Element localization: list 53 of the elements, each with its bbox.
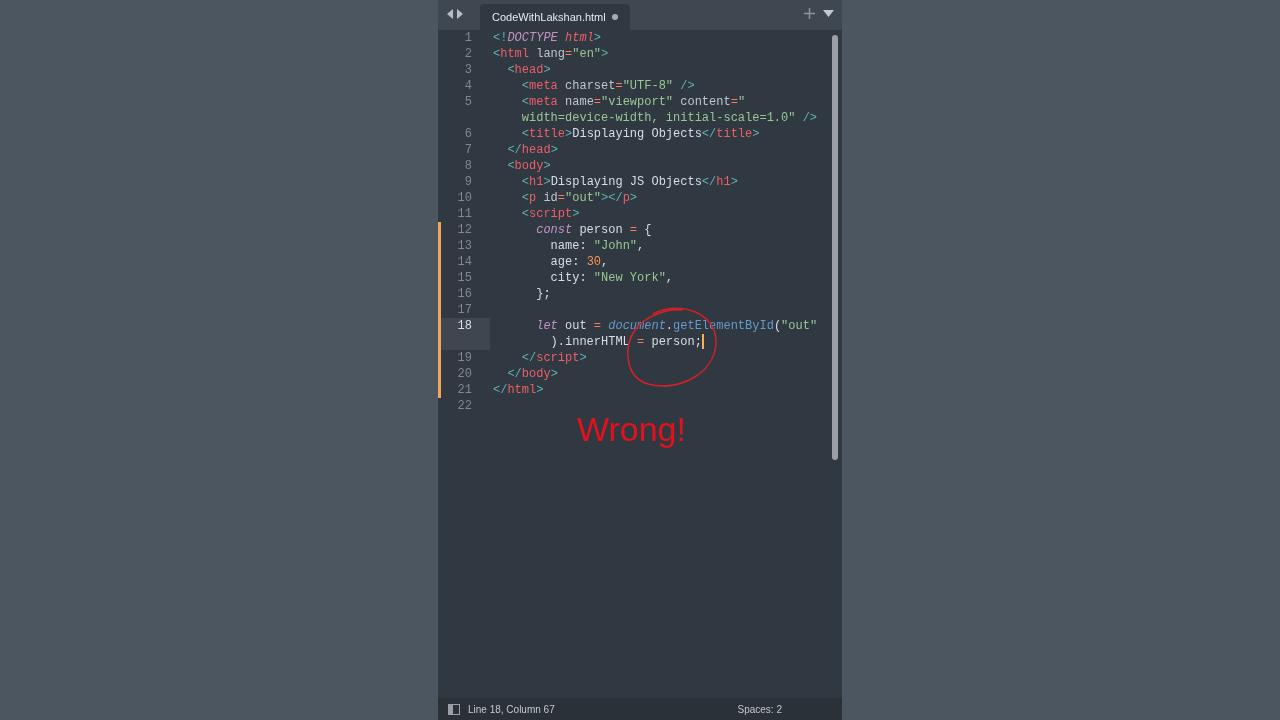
code-line: <script> [520,206,581,222]
line-number: 6 [463,126,473,142]
line-number: 14 [456,254,473,270]
line-number: 5 [463,94,473,111]
line-number: 8 [463,158,473,174]
code-line: name: "John", [549,238,646,254]
unsaved-dot[interactable] [612,14,618,20]
code-line: age: 30, [549,254,610,270]
line-number: 18 [441,318,490,350]
line-number: 13 [456,238,473,254]
line-number: 15 [456,270,473,286]
line-number: 21 [456,382,473,398]
code-line: <html lang="en"> [493,46,610,62]
line-number: 10 [456,190,473,206]
cursor-position[interactable]: Line 18, Column 67 [468,701,555,717]
code-line: <meta charset="UTF-8" /> [520,78,696,94]
code-line: </html> [493,382,545,398]
line-number: 11 [456,206,473,222]
line-number: 4 [463,78,473,94]
annotation-text: Wrong! [577,410,686,448]
code-line: <title>Displaying Objects</title> [520,126,761,142]
code-line: }; [535,286,552,302]
line-number: 7 [463,142,473,158]
code-line: <body> [506,158,552,174]
indentation-setting[interactable]: Spaces: 2 [737,701,782,717]
code-line: ).innerHTML = person; [549,334,702,350]
line-number: 19 [456,350,473,366]
code-line: width=device-width, initial-scale=1.0" /> [520,110,819,126]
code-line: <!DOCTYPE html> [493,30,603,46]
plus-icon[interactable] [804,8,815,19]
line-number: 3 [463,62,473,78]
code-line: city: "New York", [549,270,675,286]
line-number: 9 [463,174,473,190]
navigation-arrows-icon[interactable] [446,8,464,20]
line-number: 17 [456,302,473,318]
line-number: 1 [463,30,473,46]
code-line: <meta name="viewport" content=" [520,94,747,110]
code-line: <p id="out"></p> [520,190,639,206]
code-line: </head> [506,142,559,158]
line-number: 16 [456,286,473,302]
code-line: <head> [506,62,552,78]
code-line: </script> [520,350,588,366]
line-number: 20 [456,366,473,382]
line-number: 2 [463,46,473,62]
file-tab[interactable]: CodeWithLakshan.html [480,4,630,30]
panel-icon[interactable] [448,703,460,715]
caret-icon[interactable] [823,8,834,19]
line-number: 22 [456,398,473,414]
code-line: <h1>Displaying JS Objects</h1> [520,174,739,190]
scrollbar-thumb[interactable] [832,35,838,460]
code-line: const person = { [535,222,653,238]
code-line: </body> [506,366,559,382]
line-number: 12 [456,222,473,238]
